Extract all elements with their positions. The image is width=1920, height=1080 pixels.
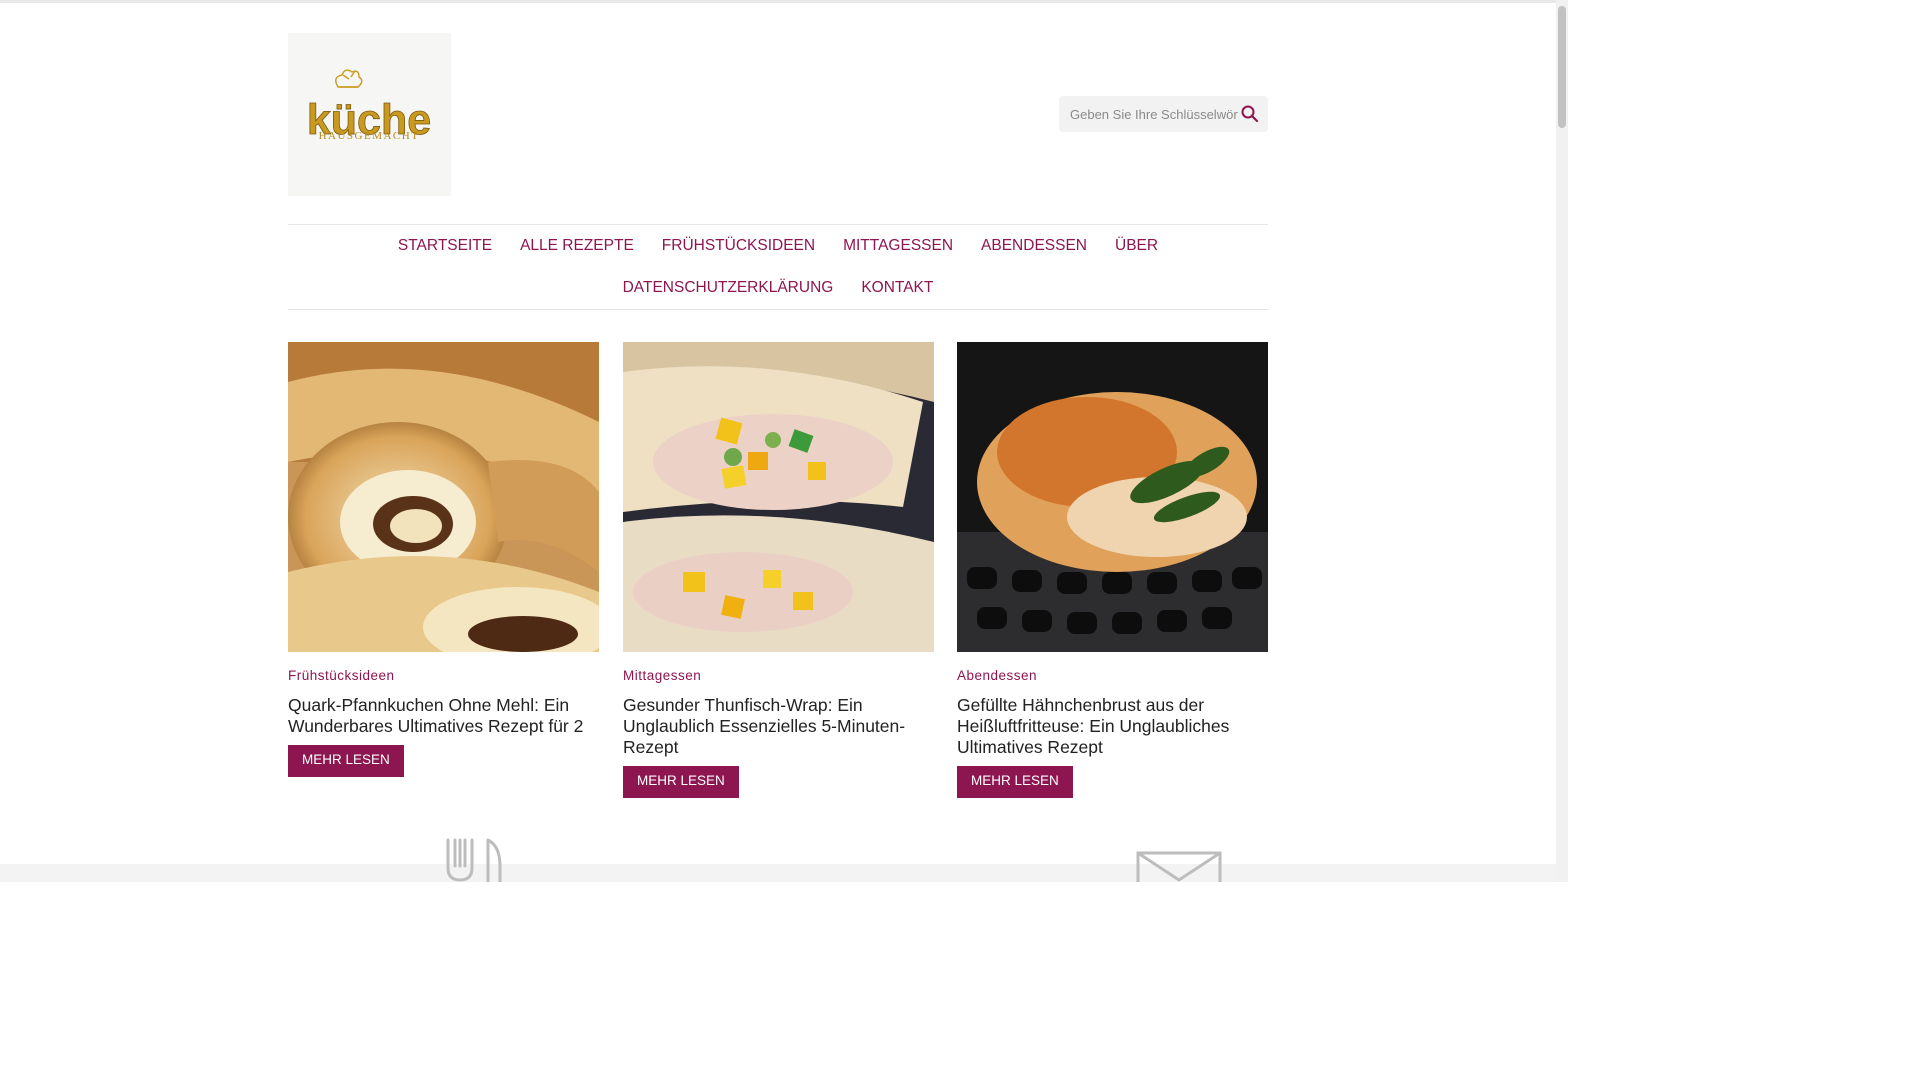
nav-item-fruehstuecksideen[interactable]: Frühstücksideen [648,236,829,256]
nav-item-startseite[interactable]: Startseite [384,236,506,256]
scrollbar-thumb[interactable] [1558,6,1566,128]
chef-hat-icon [335,69,363,88]
nav-item-alle-rezepte[interactable]: Alle Rezepte [506,236,648,256]
recipe-category[interactable]: Mittagessen [623,668,934,684]
recipe-title[interactable]: Gefüllte Hähnchenbrust aus der Heißluftf… [957,695,1268,758]
scrollbar[interactable] [1556,0,1568,882]
recipe-image-chicken[interactable] [957,342,1268,652]
nav-item-ueber[interactable]: Über [1101,236,1172,256]
site-logo[interactable]: küche HAUSGEMACHT [288,33,451,196]
fork-knife-icon [446,838,502,882]
main-navigation: Startseite Alle Rezepte Frühstücksideen … [288,224,1268,310]
recipe-card: Abendessen Gefüllte Hähnchenbrust aus de… [957,342,1268,798]
search-input[interactable] [1059,96,1238,132]
nav-item-kontakt[interactable]: Kontakt [847,278,947,298]
nav-item-abendessen[interactable]: Abendessen [967,236,1101,256]
recipe-card: Mittagessen Gesunder Thunfisch-Wrap: Ein… [623,342,934,798]
read-more-button[interactable]: MEHR LESEN [623,766,739,798]
search-button[interactable] [1238,102,1262,126]
search-icon [1241,105,1259,123]
nav-item-mittagessen[interactable]: Mittagessen [829,236,967,256]
logo-subtext: HAUSGEMACHT [319,130,420,142]
footer-band [0,864,1556,882]
recipe-title[interactable]: Quark-Pfannkuchen Ohne Mehl: Ein Wunderb… [288,695,599,737]
nav-row-1: Startseite Alle Rezepte Frühstücksideen … [288,236,1268,256]
recipe-image-pancakes[interactable] [288,342,599,652]
read-more-button[interactable]: MEHR LESEN [288,745,404,777]
nav-item-datenschutz[interactable]: Datenschutzerklärung [609,278,848,298]
mail-icon [1136,851,1222,882]
recipe-category[interactable]: Abendessen [957,668,1268,684]
nav-row-2: Datenschutzerklärung Kontakt [288,278,1268,298]
recipe-image-wrap[interactable] [623,342,934,652]
recipe-category[interactable]: Frühstücksideen [288,668,599,684]
recipe-card: Frühstücksideen Quark-Pfannkuchen Ohne M… [288,342,599,777]
read-more-button[interactable]: MEHR LESEN [957,766,1073,798]
top-border [0,0,1556,3]
recipe-title[interactable]: Gesunder Thunfisch-Wrap: Ein Unglaublich… [623,695,934,758]
search-box [1059,96,1268,132]
